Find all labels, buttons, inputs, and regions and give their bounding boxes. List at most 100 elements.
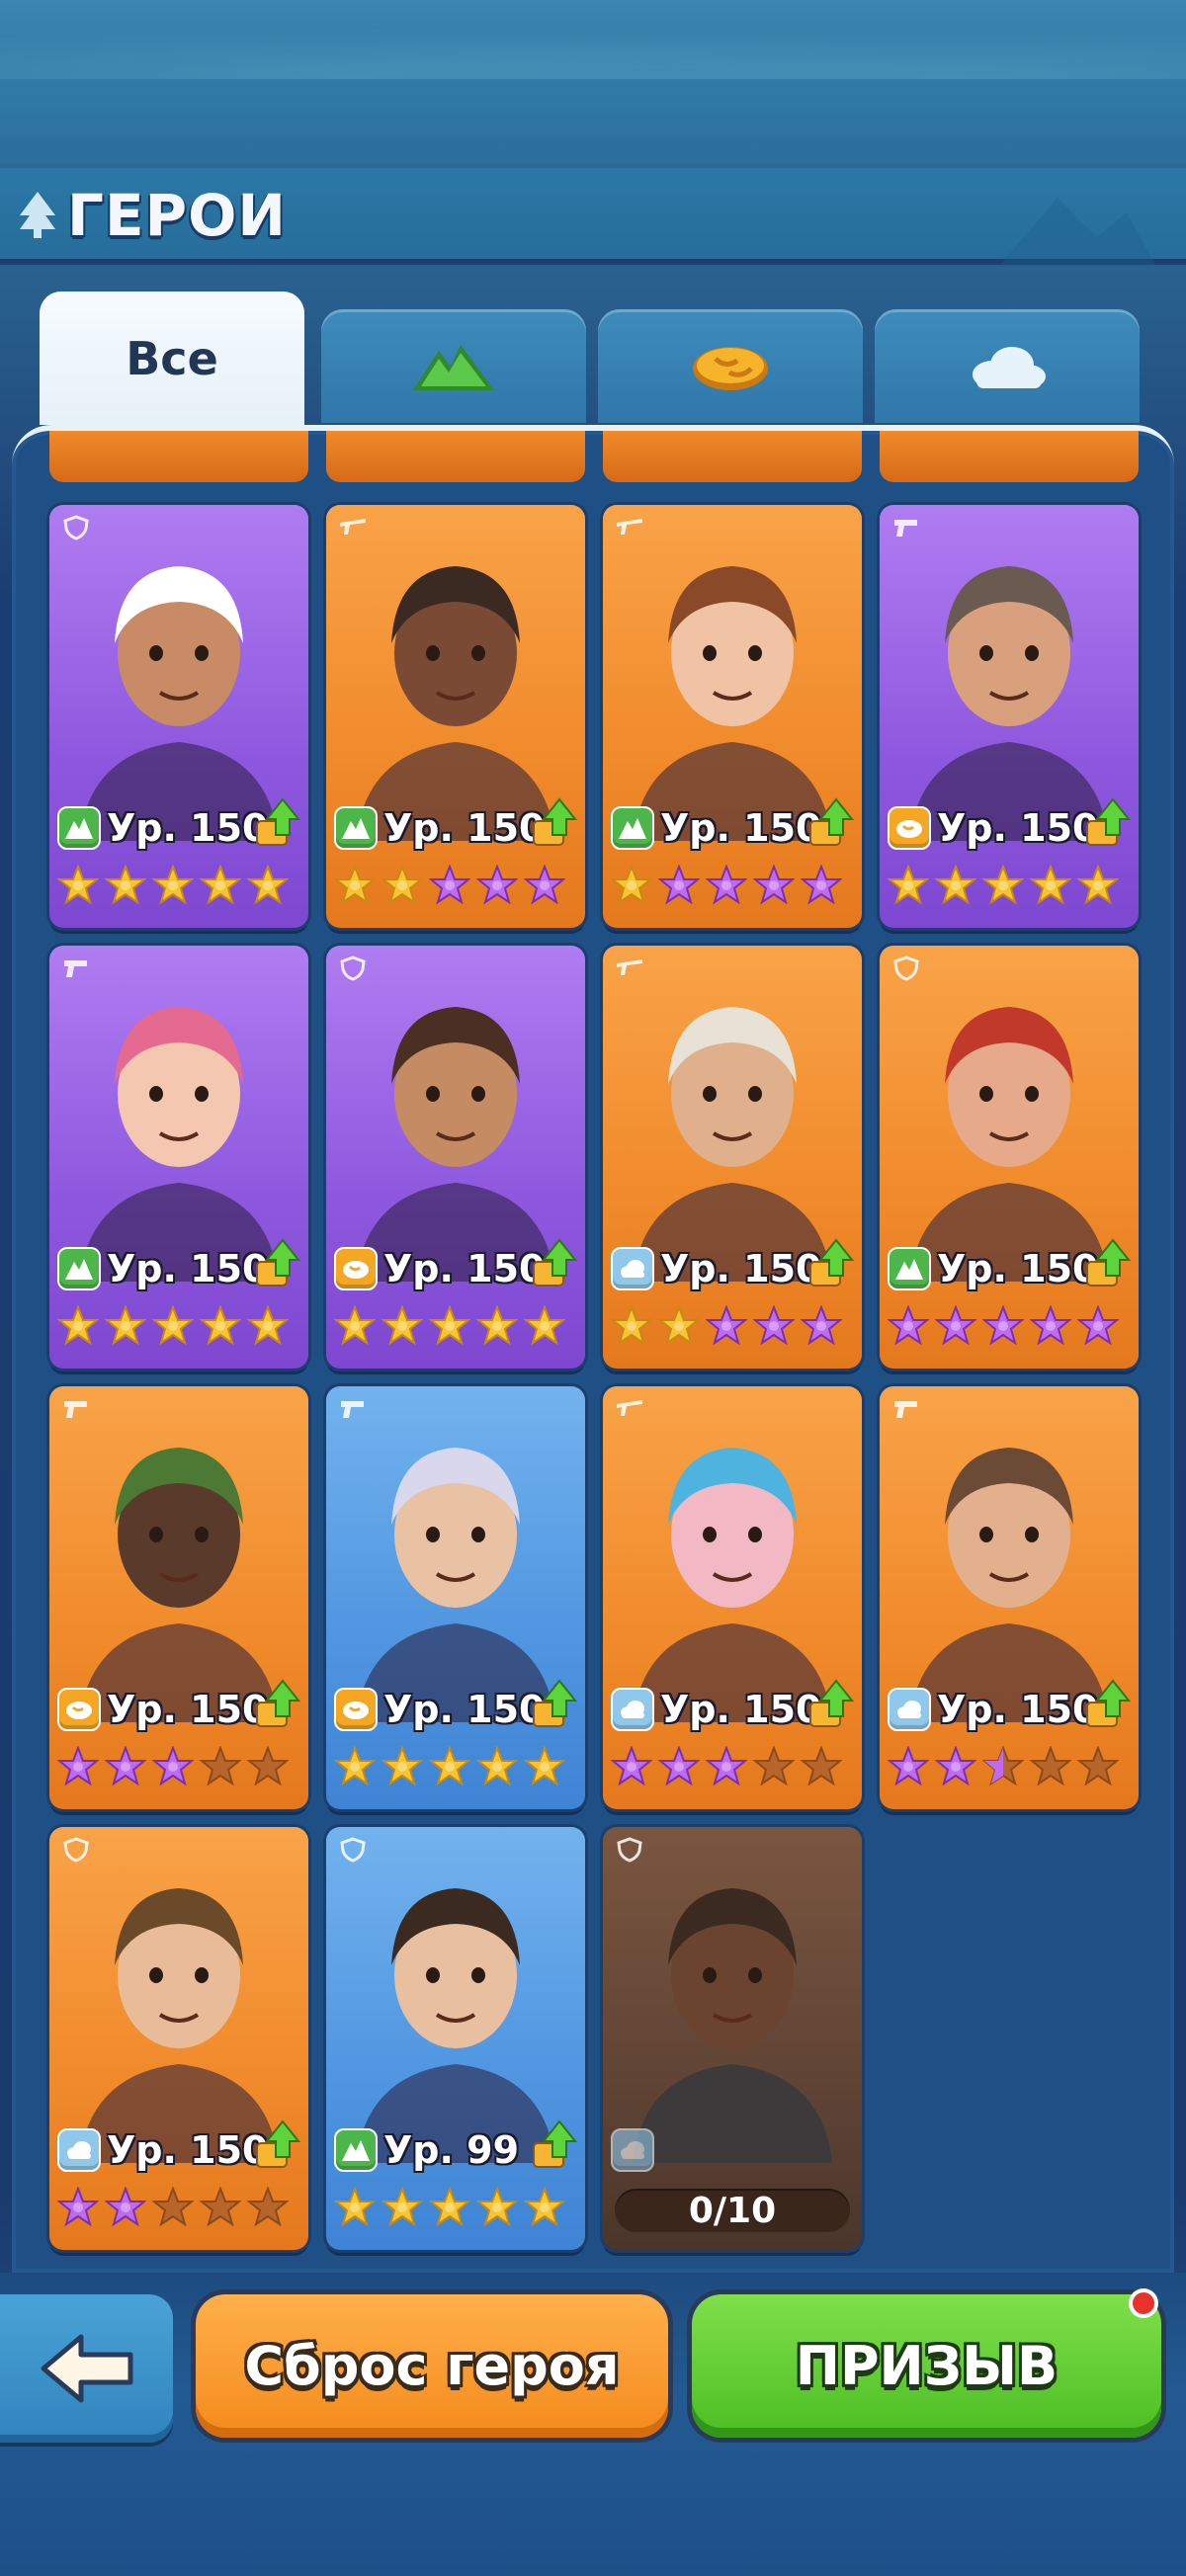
hero-card[interactable]: Ур. 150 [603, 946, 862, 1369]
tab-mountain[interactable] [321, 309, 586, 423]
shield-class-icon [891, 956, 921, 981]
star-icon [657, 1745, 701, 1791]
level-row: Ур. 150 [57, 1679, 304, 1732]
partial-card[interactable] [603, 431, 862, 482]
back-button[interactable] [0, 2294, 173, 2443]
hero-card[interactable]: Ур. 150 [326, 1386, 585, 1809]
upgrade-arrow-icon [809, 797, 854, 846]
hero-card[interactable]: Ур. 150 [49, 946, 308, 1369]
level-row: Ур. 150 [334, 1679, 581, 1732]
hero-card[interactable]: Ур. 150 [326, 505, 585, 928]
pistol-class-icon [338, 1396, 368, 1422]
level-row: Ур. 150 [57, 797, 304, 851]
tab-all[interactable]: Все [40, 291, 304, 425]
cloud-icon [611, 2128, 654, 2172]
hero-card[interactable]: Ур. 150 [880, 946, 1139, 1369]
star-icon [104, 1304, 147, 1351]
star-icon [56, 1745, 100, 1791]
hero-card[interactable]: Ур. 150 [880, 1386, 1139, 1809]
bread-icon [888, 806, 931, 850]
star-icon [475, 2186, 519, 2232]
star-icon [381, 864, 424, 910]
star-icon [151, 1304, 195, 1351]
upgrade-arrow-icon [533, 1238, 577, 1287]
star-rating [333, 864, 566, 910]
upgrade-arrow-icon [533, 2119, 577, 2168]
hero-card[interactable]: Ур. 150 [880, 505, 1139, 928]
hero-portrait [909, 1007, 1109, 1282]
star-icon [657, 1304, 701, 1351]
star-icon [800, 1304, 843, 1351]
level-row: Ур. 150 [888, 1238, 1135, 1291]
star-icon [752, 864, 796, 910]
cloud-icon [611, 1688, 654, 1731]
mountain-icon [611, 806, 654, 850]
upgrade-arrow-icon [533, 1679, 577, 1727]
hero-card[interactable]: Ур. 150 [49, 1386, 308, 1809]
hero-level: Ур. 150 [107, 2128, 269, 2172]
star-icon [333, 2186, 377, 2232]
level-row: Ур. 150 [57, 1238, 304, 1291]
hero-card[interactable]: Ур. 150 [49, 505, 308, 928]
star-rating [887, 864, 1120, 910]
star-icon [246, 2186, 290, 2232]
star-icon [1029, 1745, 1072, 1791]
level-row: Ур. 150 [611, 1679, 858, 1732]
hero-level: Ур. 150 [937, 1247, 1099, 1290]
star-icon [934, 1304, 977, 1351]
partial-card[interactable] [49, 431, 308, 482]
upgrade-arrow-icon [809, 1238, 854, 1287]
tab-cloud[interactable] [875, 309, 1140, 423]
summon-button[interactable]: ПРИЗЫВ [692, 2294, 1161, 2438]
star-icon [333, 864, 377, 910]
star-icon [705, 1304, 748, 1351]
star-icon [428, 2186, 471, 2232]
star-icon [333, 1304, 377, 1351]
star-icon [475, 864, 519, 910]
cloud-icon [611, 1247, 654, 1290]
hero-card[interactable]: Ур. 99 [326, 1827, 585, 2250]
star-icon [333, 1745, 377, 1791]
bread-icon [334, 1688, 378, 1731]
tab-bread[interactable] [598, 309, 863, 423]
star-icon [800, 1745, 843, 1791]
pistol-class-icon [891, 515, 921, 540]
hero-card[interactable]: Ур. 150 [603, 1386, 862, 1809]
hero-portrait [909, 1448, 1109, 1722]
star-icon [475, 1745, 519, 1791]
level-row: Ур. 150 [888, 1679, 1135, 1732]
upgrade-arrow-icon [256, 1238, 300, 1287]
star-icon [610, 1304, 653, 1351]
cloud-icon [57, 2128, 101, 2172]
star-icon [523, 1304, 566, 1351]
star-icon [151, 864, 195, 910]
star-rating [56, 1745, 290, 1791]
hero-card[interactable]: Ур. 150 [603, 505, 862, 928]
star-rating [333, 1304, 566, 1351]
hero-card[interactable]: 0/10 [603, 1827, 862, 2250]
mountain-icon [413, 344, 494, 390]
mountain-icon [334, 2128, 378, 2172]
star-icon [104, 1745, 147, 1791]
partial-card[interactable] [326, 431, 585, 482]
tab-all-label: Все [126, 331, 218, 385]
star-icon [981, 864, 1025, 910]
hero-card[interactable]: Ур. 150 [326, 946, 585, 1369]
fragment-progress: 0/10 [615, 2189, 850, 2232]
bread-icon [693, 346, 768, 390]
hero-level: Ур. 150 [660, 1688, 822, 1731]
hero-level: Ур. 99 [383, 2128, 520, 2172]
upgrade-arrow-icon [256, 1679, 300, 1727]
star-icon [705, 864, 748, 910]
reset-hero-button[interactable]: Сброс героя [196, 2294, 668, 2438]
hero-portrait [909, 566, 1109, 841]
shield-class-icon [61, 1837, 91, 1863]
rifle-class-icon [615, 515, 644, 540]
star-icon [1076, 864, 1120, 910]
level-row: Ур. 150 [611, 797, 858, 851]
pistol-class-icon [61, 956, 91, 981]
hero-card[interactable]: Ур. 150 [49, 1827, 308, 2250]
mountain-icon [334, 806, 378, 850]
star-icon [887, 864, 930, 910]
partial-card[interactable] [880, 431, 1139, 482]
